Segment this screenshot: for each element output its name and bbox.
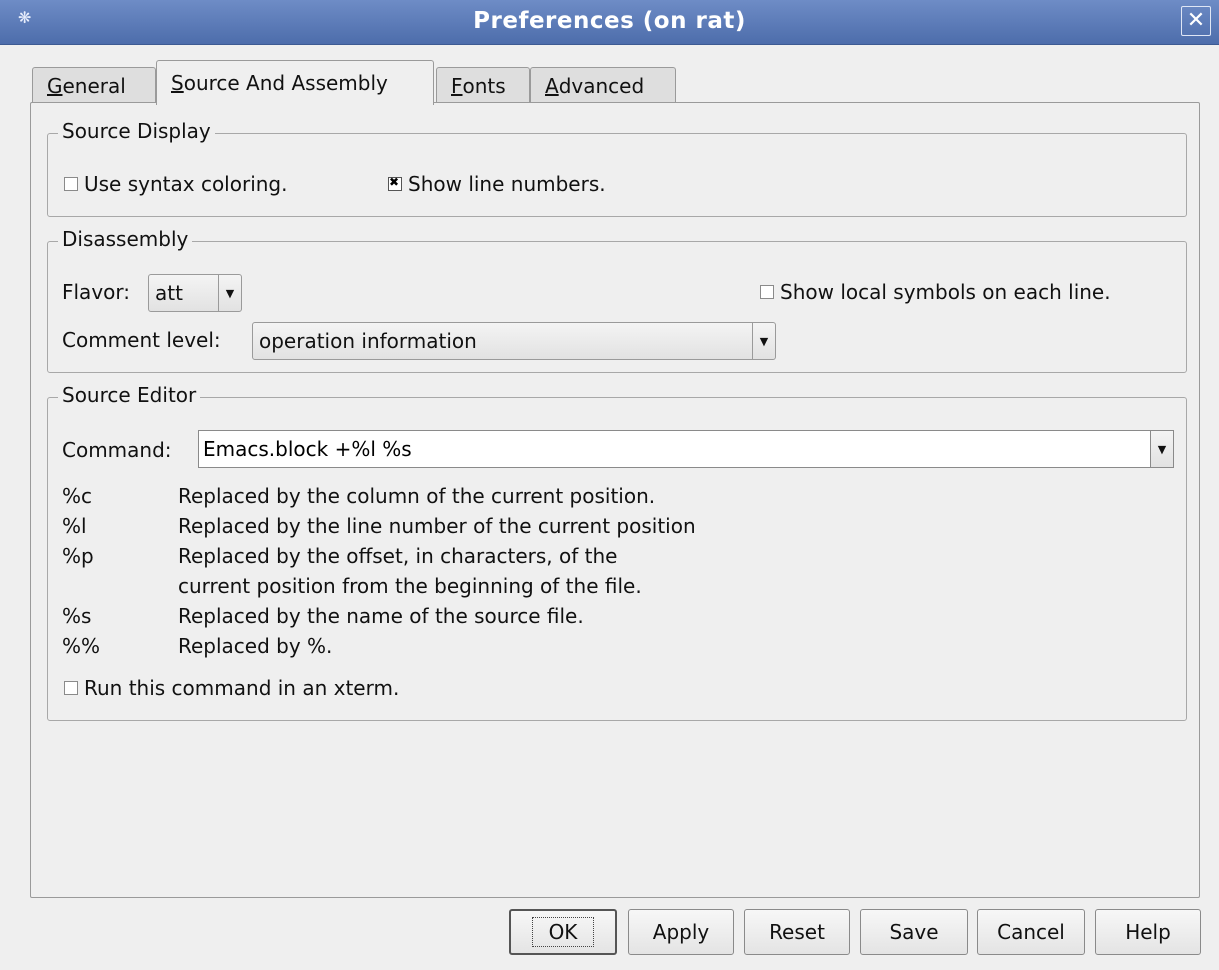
comment-level-value: operation information <box>259 329 477 353</box>
apply-button-label: Apply <box>652 920 710 944</box>
help-code-l: %l <box>62 514 87 538</box>
tab-advanced-mnemonic: A <box>545 73 559 98</box>
tab-source-and-assembly[interactable]: Source And Assembly <box>156 60 434 105</box>
source-editor-group: Source Editor Command: ▼ %c Replaced by … <box>47 383 1187 721</box>
line-numbers-checkbox-row[interactable]: Show line numbers. <box>388 172 606 196</box>
save-button[interactable]: Save <box>860 909 968 955</box>
tab-general-mnemonic: G <box>47 73 63 98</box>
tab-advanced[interactable]: Advanced <box>530 67 676 103</box>
source-editor-legend: Source Editor <box>58 383 201 407</box>
syntax-coloring-checkbox[interactable] <box>64 176 78 191</box>
help-code-p: %p <box>62 544 94 568</box>
tab-source-label: ource And Assembly <box>183 71 388 95</box>
title-bar[interactable]: ❋ Preferences (on rat) ✕ <box>0 0 1219 45</box>
comment-level-label: Comment level: <box>62 328 221 352</box>
help-desc-p-continued: current position from the beginning of t… <box>178 574 642 598</box>
help-code-c: %c <box>62 484 92 508</box>
cancel-button[interactable]: Cancel <box>977 909 1085 955</box>
comment-level-combo[interactable]: operation information ▼ <box>252 322 776 360</box>
disassembly-legend: Disassembly <box>58 227 193 251</box>
close-icon: ✕ <box>1186 8 1206 33</box>
help-desc-p: Replaced by the offset, in characters, o… <box>178 544 618 568</box>
syntax-coloring-checkbox-row[interactable]: Use syntax coloring. <box>64 172 287 196</box>
xterm-checkbox[interactable] <box>64 680 78 695</box>
apply-button[interactable]: Apply <box>628 909 734 955</box>
line-numbers-checkbox[interactable] <box>388 175 402 191</box>
help-code-s: %s <box>62 604 92 628</box>
syntax-coloring-label: Use syntax coloring. <box>84 172 288 196</box>
reset-button-label: Reset <box>769 920 825 944</box>
cancel-button-label: Cancel <box>997 920 1065 944</box>
flavor-value: att <box>155 281 183 305</box>
command-label: Command: <box>62 438 172 462</box>
command-input[interactable] <box>199 437 1150 461</box>
source-display-group: Source Display Use syntax coloring. Show… <box>47 119 1187 217</box>
tab-fonts-mnemonic: F <box>451 73 463 98</box>
xterm-label: Run this command in an xterm. <box>84 676 400 700</box>
chevron-down-icon[interactable]: ▼ <box>1150 431 1173 467</box>
help-code-percent: %% <box>62 634 101 658</box>
tab-general-label: eneral <box>62 73 126 98</box>
flavor-label: Flavor: <box>62 280 130 304</box>
disassembly-group: Disassembly Flavor: att ▼ Show local sym… <box>47 227 1187 373</box>
ok-button-label: OK <box>531 917 595 947</box>
help-button-label: Help <box>1125 920 1171 944</box>
window-title: Preferences (on rat) <box>473 8 746 34</box>
command-combo[interactable]: ▼ <box>198 430 1174 468</box>
chevron-down-icon[interactable]: ▼ <box>218 275 241 311</box>
tab-general[interactable]: General <box>32 67 156 103</box>
chevron-down-icon[interactable]: ▼ <box>752 323 775 359</box>
tab-fonts-label: onts <box>462 73 506 98</box>
local-symbols-label: Show local symbols on each line. <box>780 280 1111 304</box>
tab-source-mnemonic: S <box>171 71 184 95</box>
close-button[interactable]: ✕ <box>1181 6 1211 36</box>
local-symbols-checkbox-row[interactable]: Show local symbols on each line. <box>760 280 1111 304</box>
tab-page-source-and-assembly: Source Display Use syntax coloring. Show… <box>30 102 1200 898</box>
help-desc-s: Replaced by the name of the source file. <box>178 604 584 628</box>
help-desc-l: Replaced by the line number of the curre… <box>178 514 696 538</box>
tab-fonts[interactable]: Fonts <box>436 67 530 103</box>
line-numbers-label: Show line numbers. <box>408 172 606 196</box>
tab-advanced-label: dvanced <box>558 73 645 98</box>
help-desc-percent: Replaced by %. <box>178 634 333 658</box>
flavor-combo[interactable]: att ▼ <box>148 274 242 312</box>
reset-button[interactable]: Reset <box>744 909 850 955</box>
xterm-checkbox-row[interactable]: Run this command in an xterm. <box>64 676 399 700</box>
help-desc-c: Replaced by the column of the current po… <box>178 484 656 508</box>
help-button[interactable]: Help <box>1095 909 1201 955</box>
save-button-label: Save <box>889 920 939 944</box>
ok-button[interactable]: OK <box>509 909 617 955</box>
source-display-legend: Source Display <box>58 119 215 143</box>
local-symbols-checkbox[interactable] <box>760 284 774 299</box>
